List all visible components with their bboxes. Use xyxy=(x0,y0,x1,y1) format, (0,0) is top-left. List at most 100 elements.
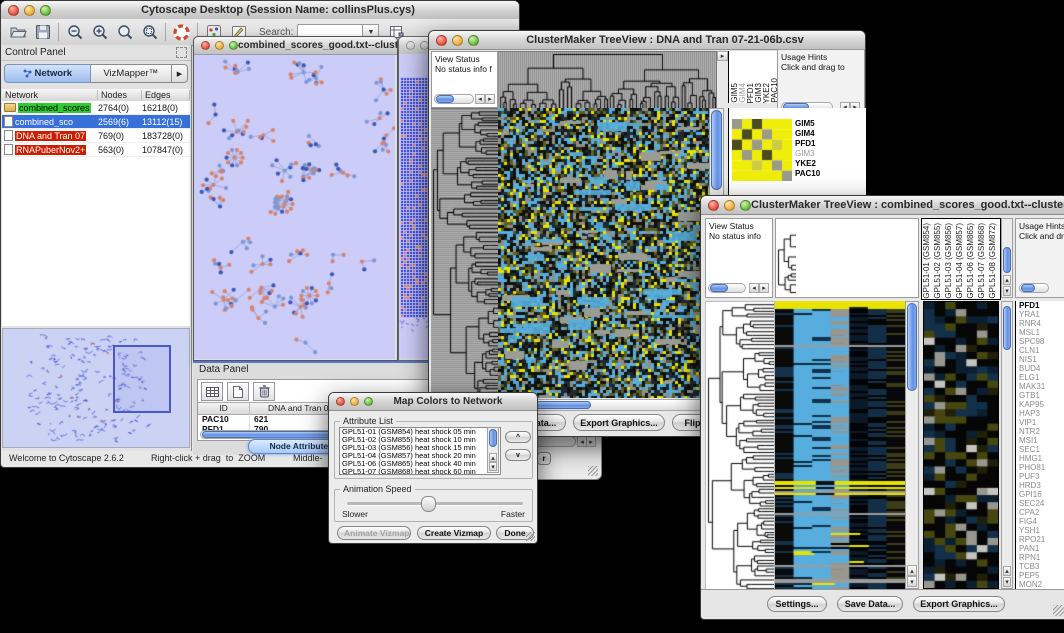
gene-label[interactable]: HAP3 xyxy=(1016,409,1064,418)
network-overview-panel[interactable] xyxy=(2,328,190,448)
tv1-row-dendrogram[interactable] xyxy=(431,108,498,399)
attribute-list-vscroll[interactable]: ▴ ▾ xyxy=(487,427,499,473)
gene-label[interactable]: KAP95 xyxy=(1016,400,1064,409)
close-button[interactable] xyxy=(201,41,210,50)
tv2-heatmap[interactable] xyxy=(775,301,905,589)
tv2-usage-hscroll-thumb[interactable] xyxy=(1021,284,1035,292)
float-panel-icon[interactable] xyxy=(176,47,187,58)
zoom-selected-button[interactable] xyxy=(137,21,162,43)
tv1-status-hscroll[interactable] xyxy=(434,94,474,104)
zoom-window-button[interactable] xyxy=(364,397,373,406)
gene-label[interactable]: PEP5 xyxy=(1016,571,1064,580)
gene-label[interactable]: MON2 xyxy=(1016,580,1064,589)
gene-label[interactable]: PAN1 xyxy=(1016,544,1064,553)
gene-label[interactable]: SEC1 xyxy=(1016,445,1064,454)
scroll-down-icon[interactable]: ▾ xyxy=(1003,577,1011,587)
scroll-up-icon[interactable]: ▴ xyxy=(907,565,917,576)
export-graphics-button[interactable]: Export Graphics... xyxy=(573,414,665,431)
tv2-labels-vscroll[interactable]: ▴ ▾ xyxy=(1001,218,1013,298)
trash-icon[interactable] xyxy=(253,382,275,401)
close-button[interactable] xyxy=(406,41,415,50)
col-edges[interactable]: Edges xyxy=(142,90,190,100)
tv2-zoom-vscroll-thumb[interactable] xyxy=(1003,306,1011,350)
gene-label[interactable]: SEC24 xyxy=(1016,499,1064,508)
column-label[interactable]: GPL51-08 (GSM872) xyxy=(989,223,1000,299)
settings-button[interactable]: Settings... xyxy=(767,596,827,612)
tv2-zoom-heatmap[interactable] xyxy=(923,301,999,589)
scroll-down-icon[interactable]: ▾ xyxy=(1003,286,1011,296)
close-button[interactable] xyxy=(336,397,345,406)
col-network[interactable]: Network xyxy=(2,90,98,100)
tv2-status-hscroll-thumb[interactable] xyxy=(710,284,728,292)
close-button[interactable] xyxy=(8,5,19,16)
gene-label[interactable]: HRD3 xyxy=(1016,481,1064,490)
animate-vizmap-button[interactable]: Animate Vizmap xyxy=(337,526,411,540)
gene-label[interactable]: HMG1 xyxy=(1016,454,1064,463)
tv1-vscroll-thumb[interactable] xyxy=(711,110,722,190)
zoom-out-button[interactable] xyxy=(62,21,87,43)
new-attribute-icon[interactable] xyxy=(227,382,249,401)
save-data-button[interactable]: Save Data... xyxy=(837,596,903,612)
tv2-zoom-vscroll[interactable]: ▴ ▾ xyxy=(1001,301,1013,589)
network-table-row[interactable]: combined_sco 2569(6) 13112(15) xyxy=(2,115,190,129)
minimize-button[interactable] xyxy=(215,41,224,50)
row-label[interactable]: PAC10 xyxy=(795,169,820,179)
move-up-button[interactable]: ^ xyxy=(505,431,531,443)
gene-label[interactable]: NIS1 xyxy=(1016,355,1064,364)
gene-label[interactable]: MSL1 xyxy=(1016,328,1064,337)
gene-label[interactable]: SPC98 xyxy=(1016,337,1064,346)
scroll-left-icon[interactable]: ◂ xyxy=(475,94,485,104)
attribute-list-item[interactable]: GPL51-07 (GSM868) heat shock 60 min xyxy=(340,468,500,475)
minimize-button[interactable] xyxy=(452,35,463,46)
network-table-row[interactable]: DNA and Tran 07 769(0) 183728(0) xyxy=(2,129,190,143)
zoom-fit-button[interactable] xyxy=(112,21,137,43)
open-file-button[interactable] xyxy=(5,21,30,43)
speed-slider-thumb[interactable] xyxy=(421,496,436,512)
help-icon[interactable] xyxy=(169,21,194,43)
tv2-usage-hscroll[interactable] xyxy=(1019,283,1049,293)
gene-label[interactable]: ELG1 xyxy=(1016,373,1064,382)
gene-label[interactable]: RPO21 xyxy=(1016,535,1064,544)
tv2-column-tree-panel[interactable] xyxy=(775,218,919,298)
row-label[interactable]: PFD1 xyxy=(795,139,820,149)
network-view-titlebar[interactable]: combined_scores_good.txt--cluste... xyxy=(194,37,397,55)
gene-label[interactable]: GPI16 xyxy=(1016,490,1064,499)
gene-label[interactable]: CPA2 xyxy=(1016,508,1064,517)
gene-label[interactable]: BUD4 xyxy=(1016,364,1064,373)
scroll-left-icon[interactable]: ◂ xyxy=(749,283,759,293)
dialog-titlebar[interactable]: Map Colors to Network xyxy=(329,393,537,411)
zoom-in-button[interactable] xyxy=(87,21,112,43)
row-label[interactable]: YKE2 xyxy=(795,159,820,169)
gene-label[interactable]: NTR2 xyxy=(1016,427,1064,436)
fragment-hscroll[interactable] xyxy=(534,436,576,447)
scroll-up-icon[interactable]: ▴ xyxy=(1003,275,1011,285)
gene-label[interactable]: YSH1 xyxy=(1016,526,1064,535)
tv2-vscroll-thumb[interactable] xyxy=(907,303,917,391)
scroll-right-icon[interactable]: ▸ xyxy=(717,51,728,61)
move-down-button[interactable]: v xyxy=(505,449,531,461)
scroll-up-icon[interactable]: ▴ xyxy=(489,453,497,462)
tv2-row-dendrogram[interactable] xyxy=(705,301,775,591)
scroll-down-icon[interactable]: ▾ xyxy=(489,462,497,471)
overview-viewport-rect[interactable] xyxy=(113,345,171,413)
tv1-column-dendrogram[interactable] xyxy=(498,51,717,110)
close-button[interactable] xyxy=(436,35,447,46)
resize-grip[interactable] xyxy=(526,532,535,541)
close-button[interactable] xyxy=(708,200,719,211)
tv1-heatmap[interactable] xyxy=(498,108,709,398)
row-label[interactable]: GIM5 xyxy=(795,119,820,129)
gene-label[interactable]: RNR4 xyxy=(1016,319,1064,328)
minimize-button[interactable] xyxy=(24,5,35,16)
gene-label[interactable]: MAK31 xyxy=(1016,382,1064,391)
treeview1-titlebar[interactable]: ClusterMaker TreeView : DNA and Tran 07-… xyxy=(429,31,865,50)
export-graphics-button[interactable]: Export Graphics... xyxy=(913,596,1005,612)
network-canvas[interactable] xyxy=(194,54,395,359)
gene-label[interactable]: VIP1 xyxy=(1016,418,1064,427)
main-titlebar[interactable]: Cytoscape Desktop (Session Name: collins… xyxy=(1,1,519,20)
tab-network[interactable]: Network xyxy=(4,64,91,83)
save-session-button[interactable] xyxy=(30,21,55,43)
scroll-right-icon[interactable]: ▸ xyxy=(586,436,596,447)
resize-grip[interactable] xyxy=(588,466,598,476)
network-table-row[interactable]: combined_scores 2764(0) 16218(0) xyxy=(2,101,190,115)
gene-label[interactable]: TCB3 xyxy=(1016,562,1064,571)
